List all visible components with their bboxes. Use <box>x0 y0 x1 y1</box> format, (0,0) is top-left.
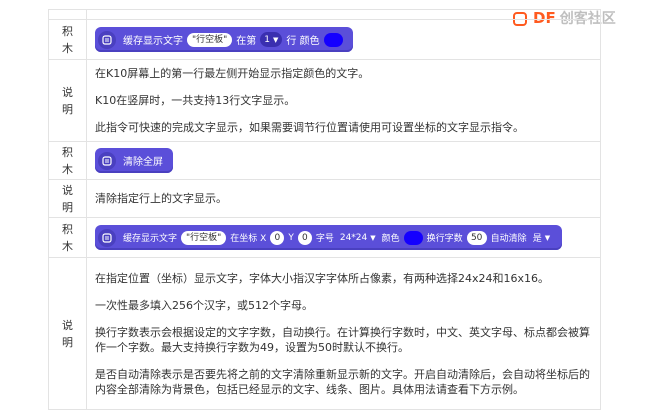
table-row: 积木 缓存显示文字 "行空板" 在坐标 X 0 Y 0 字号 24*24 ▼ 颜色 <box>48 217 601 258</box>
chevron-down-icon: ▼ <box>544 233 551 242</box>
row-label: 说明 <box>48 59 87 142</box>
text-input[interactable]: "行空板" <box>187 32 233 47</box>
description: 清除指定行上的文字显示。 <box>95 192 227 205</box>
display-text-row-block[interactable]: 缓存显示文字 "行空板" 在第 1 ▼ 行 颜色 <box>95 27 353 52</box>
row-label: 说明 <box>48 179 87 218</box>
block-label: 在坐标 X <box>230 234 267 244</box>
description: 在指定位置（坐标）显示文字，字体大小指汉字字体所占像素，有两种选择24x24和1… <box>95 271 590 396</box>
k10-block-icon <box>98 228 116 247</box>
row-label: 积木 <box>48 217 87 258</box>
font-size-dropdown[interactable]: 24*24 ▼ <box>338 230 378 245</box>
block-label: 缓存显示文字 <box>123 36 183 47</box>
text-input[interactable]: "行空板" <box>181 230 227 245</box>
block-label: 颜色 <box>381 234 400 244</box>
table-row: 说明 清除指定行上的文字显示。 <box>48 179 601 218</box>
chevron-down-icon: ▼ <box>370 233 376 242</box>
k10-block-icon <box>98 30 116 49</box>
x-coord-input[interactable]: 0 <box>270 230 285 245</box>
block-label: 字号 <box>315 234 334 244</box>
auto-clear-dropdown[interactable]: 是 ▼ <box>531 230 552 245</box>
block-label: 缓存显示文字 <box>123 234 178 244</box>
row-label: 积木 <box>48 141 87 180</box>
description: 在K10屏幕上的第一行最左侧开始显示指定颜色的文字。 K10在竖屏时，一共支持1… <box>95 67 524 134</box>
y-coord-input[interactable]: 0 <box>297 230 312 245</box>
color-picker[interactable] <box>323 32 343 47</box>
block-label: 清除全屏 <box>123 157 163 168</box>
table-top-row <box>48 9 601 20</box>
color-picker[interactable] <box>403 230 423 245</box>
block-label: 自动清除 <box>490 234 527 244</box>
row-number-dropdown[interactable]: 1 ▼ <box>260 32 283 47</box>
display-text-xy-block[interactable]: 缓存显示文字 "行空板" 在坐标 X 0 Y 0 字号 24*24 ▼ 颜色 换行… <box>95 225 563 250</box>
table-row: 积木 缓存显示文字 "行空板" 在第 1 ▼ 行 颜色 <box>48 19 601 60</box>
row-label: 说明 <box>48 257 87 410</box>
table-row: 说明 在指定位置（坐标）显示文字，字体大小指汉字字体所占像素，有两种选择24x2… <box>48 257 601 410</box>
wrap-count-input[interactable]: 50 <box>466 230 487 245</box>
block-label: 在第 <box>236 36 257 47</box>
clear-screen-block[interactable]: 清除全屏 <box>95 148 173 173</box>
chevron-down-icon: ▼ <box>273 35 279 44</box>
block-label: Y <box>288 232 294 243</box>
doc-table: 积木 缓存显示文字 "行空板" 在第 1 ▼ 行 颜色 说明 在K10屏幕上的第… <box>48 9 601 410</box>
row-label: 积木 <box>48 19 87 60</box>
table-row: 说明 在K10屏幕上的第一行最左侧开始显示指定颜色的文字。 K10在竖屏时，一共… <box>48 59 601 142</box>
block-label: 行 颜色 <box>286 36 320 47</box>
k10-block-icon <box>98 151 116 170</box>
table-row: 积木 清除全屏 <box>48 141 601 180</box>
block-label: 换行字数 <box>426 234 463 244</box>
